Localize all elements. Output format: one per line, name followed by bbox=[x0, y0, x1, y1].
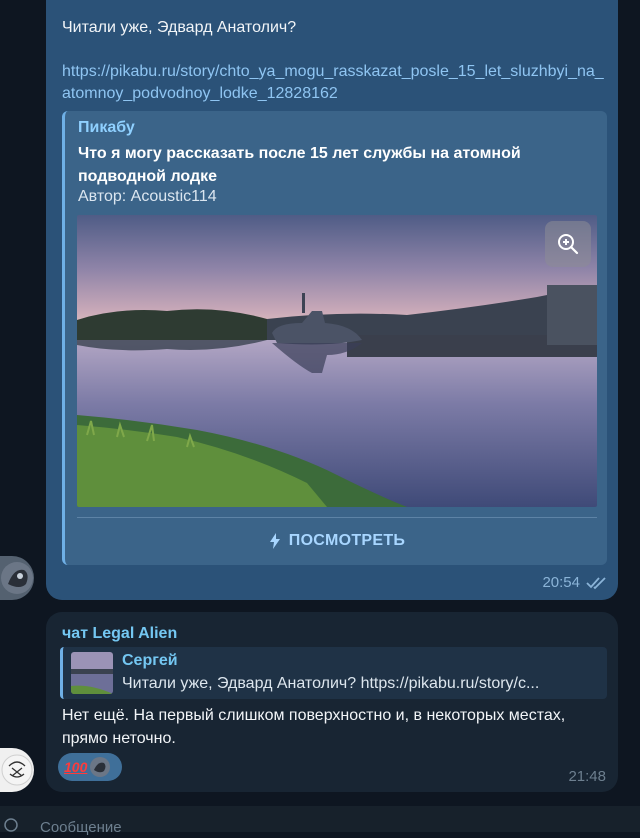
reaction-badge[interactable]: 100 bbox=[58, 753, 122, 781]
outgoing-message-bubble[interactable]: Читали уже, Эдвард Анатолич? https://pik… bbox=[46, 0, 618, 600]
reply-text: Читали уже, Эдвард Анатолич? https://pik… bbox=[122, 675, 540, 692]
attach-icon[interactable] bbox=[4, 818, 18, 832]
outgoing-message-meta: 20:54 bbox=[542, 574, 608, 591]
incoming-message-time: 21:48 bbox=[568, 768, 606, 785]
reply-thumbnail-image bbox=[71, 652, 113, 694]
preview-author: Автор: Acoustic114 bbox=[78, 188, 217, 205]
preview-site-name: Пикабу bbox=[78, 119, 135, 136]
outgoing-message-text: Читали уже, Эдвард Анатолич? bbox=[62, 19, 297, 36]
incoming-message-text: Нет ещё. На первый слишком поверхностно … bbox=[62, 707, 566, 747]
submarine-landscape-image bbox=[77, 215, 597, 507]
preview-divider bbox=[77, 517, 597, 518]
lightning-icon bbox=[269, 533, 280, 549]
incoming-message-bubble[interactable]: чат Legal Alien Сергей Читали уже, Эдвар… bbox=[46, 612, 618, 792]
message-composer bbox=[0, 806, 640, 838]
link-preview-card[interactable]: Пикабу Что я могу рассказать после 15 ле… bbox=[62, 111, 607, 565]
reply-thumbnail bbox=[71, 652, 113, 694]
avatar[interactable] bbox=[0, 556, 34, 600]
outgoing-message-time: 20:54 bbox=[542, 574, 580, 591]
100-emoji-icon: 100 bbox=[64, 759, 88, 775]
reply-author: Сергей bbox=[122, 652, 178, 669]
avatar[interactable] bbox=[0, 748, 34, 792]
double-check-icon bbox=[586, 576, 606, 589]
zoom-button[interactable] bbox=[545, 221, 591, 267]
message-link[interactable]: https://pikabu.ru/story/chto_ya_mogu_ras… bbox=[62, 61, 610, 105]
message-input[interactable] bbox=[38, 816, 602, 838]
reply-quote[interactable]: Сергей Читали уже, Эдвард Анатолич? http… bbox=[60, 647, 607, 699]
user-avatar-icon bbox=[1, 562, 33, 594]
chat-avatar-icon bbox=[1, 754, 33, 786]
view-button-label: ПОСМОТРЕТЬ bbox=[288, 532, 406, 549]
sender-name[interactable]: чат Legal Alien bbox=[62, 625, 177, 643]
preview-image[interactable] bbox=[77, 215, 597, 507]
reactor-avatar-icon bbox=[90, 757, 111, 777]
preview-title: Что я могу рассказать после 15 лет служб… bbox=[78, 145, 521, 185]
view-instant-button[interactable]: ПОСМОТРЕТЬ bbox=[77, 521, 597, 561]
zoom-in-icon bbox=[558, 234, 579, 255]
